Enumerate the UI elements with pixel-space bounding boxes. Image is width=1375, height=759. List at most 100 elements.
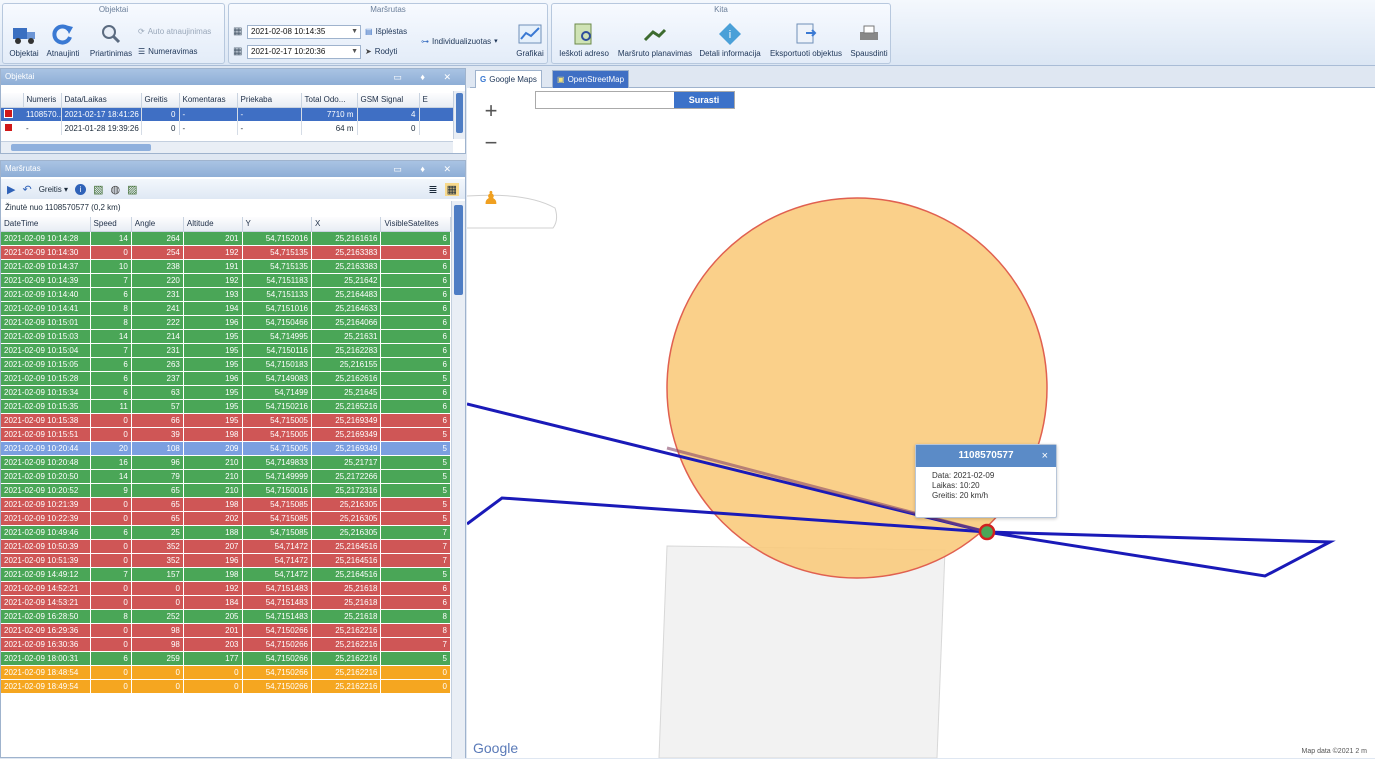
popup-close-icon[interactable]: × [1042,445,1048,467]
grafikai-button[interactable]: Grafikai [515,22,545,58]
panel-window-controls[interactable]: ▭ ♦ ✕ [393,69,459,85]
route-row[interactable]: 2021-02-09 18:49:54 0 0 0 54,7150266 25,21622… [1,679,451,694]
route-row[interactable]: 2021-02-09 10:15:01 8 222 196 54,7150466 25,2… [1,315,451,330]
route-row[interactable]: 2021-02-09 10:20:52 9 65 210 54,7150016 25,21… [1,483,451,498]
chevron-down-icon[interactable]: ▼ [351,46,358,58]
date-to-input[interactable]: 2021-02-17 10:20:36 ▼ [247,45,361,59]
route-row[interactable]: 2021-02-09 10:15:04 7 231 195 54,7150116 25,2… [1,343,451,358]
route-row[interactable]: 2021-02-09 16:30:36 0 98 203 54,7150266 25,21… [1,637,451,652]
route-row[interactable]: 2021-02-09 18:48:54 0 0 0 54,7150266 25,21622… [1,665,451,680]
speed-dropdown[interactable]: Greitis ▾ [39,185,68,194]
route-row[interactable]: 2021-02-09 10:21:39 0 65 198 54,715085 25,216… [1,497,451,512]
route-row[interactable]: 2021-02-09 10:51:39 0 352 196 54,71472 25,216… [1,553,451,568]
surasti-button[interactable]: Surasti [674,92,734,108]
column-header[interactable]: Numeris [23,93,62,108]
route-row[interactable]: 2021-02-09 10:50:39 0 352 207 54,71472 25,216… [1,539,451,554]
marsruto-planavimas-button[interactable]: Maršruto planavimas [614,22,696,58]
column-header[interactable]: GSM Signal [357,93,420,108]
list-view-icon[interactable]: ≣ [428,183,437,196]
cell-y: 54,715005 [242,413,313,428]
globe-icon[interactable]: ◍ [110,183,120,196]
atnaujinti-button[interactable]: Atnaujinti [45,22,81,58]
route-row[interactable]: 2021-02-09 10:14:30 0 254 192 54,715135 25,21… [1,245,451,260]
column-header[interactable]: Greitis [141,93,180,108]
route-row[interactable]: 2021-02-09 18:00:31 6 259 177 54,7150266 25,2… [1,651,451,666]
street-view-pegman-icon[interactable]: ♟ [481,188,501,214]
column-header[interactable]: Komentaras [179,93,238,108]
zoom-out-button[interactable]: − [477,130,505,158]
route-row[interactable]: 2021-02-09 16:28:50 8 252 205 54,7151483 25,2… [1,609,451,624]
map-tab-bar: G Google Maps ▣ OpenStreetMap [470,68,1375,88]
column-header[interactable]: Data/Laikas [61,93,142,108]
column-header[interactable]: Y [242,217,313,232]
chevron-down-icon[interactable]: ▼ [351,26,358,38]
route-row[interactable]: 2021-02-09 10:20:50 14 79 210 54,7149999 25,2… [1,469,451,484]
column-header[interactable]: DateTime [1,217,91,232]
play-icon[interactable]: ▶ [7,183,15,196]
route-row[interactable]: 2021-02-09 10:15:35 11 57 195 54,7150216 25,2… [1,399,451,414]
objects-horizontal-scrollbar[interactable] [1,141,453,153]
route-row[interactable]: 2021-02-09 16:29:36 0 98 201 54,7150266 25,21… [1,623,451,638]
route-row[interactable]: 2021-02-09 10:14:40 6 231 193 54,7151133 25,2… [1,287,451,302]
column-header[interactable]: X [311,217,382,232]
isplestas-button[interactable]: ▤ Išplėstas [365,24,407,38]
cell-s: 6 [90,651,132,666]
route-row[interactable]: 2021-02-09 10:20:44 20 108 209 54,715005 25,2… [1,441,451,456]
column-header[interactable]: Angle [131,217,184,232]
column-header[interactable]: VisibleSatelites [380,217,451,232]
route-row[interactable]: 2021-02-09 10:20:48 16 96 210 54,7149833 25,2… [1,455,451,470]
address-search-input[interactable] [536,92,676,108]
priartinimas-button[interactable]: Priartinimas [87,22,135,58]
eksportuoti-objektus-button[interactable]: Eksportuoti objektus [764,22,848,58]
map-layer-icon[interactable]: ▧ [93,183,103,196]
info-icon[interactable]: i [75,183,87,195]
route-row[interactable]: 2021-02-09 10:14:39 7 220 192 54,7151183 25,2… [1,273,451,288]
column-header[interactable]: Speed [90,217,132,232]
route-row[interactable]: 2021-02-09 10:15:28 6 237 196 54,7149083 25,2… [1,371,451,386]
cell-t: 2021-02-09 10:14:28 [1,231,91,246]
column-header[interactable]: Altitude [183,217,243,232]
play-arrow-icon: ➤ [365,46,372,56]
object-row[interactable]: 1108570... 2021-02-17 18:41:26 0- -7710 m4 [1,107,453,121]
route-row[interactable]: 2021-02-09 10:14:28 14 264 201 54,7152016 25,… [1,231,451,246]
column-header[interactable]: Priekaba [237,93,302,108]
objects-vertical-scrollbar[interactable] [453,91,465,139]
column-header[interactable]: Total Odo... [301,93,358,108]
route-row[interactable]: 2021-02-09 10:15:51 0 39 198 54,715005 25,216… [1,427,451,442]
cell-y: 54,7150016 [242,483,313,498]
zoom-in-button[interactable]: + [477,98,505,126]
numeravimas-button[interactable]: ☰ Numeravimas [138,44,198,58]
route-row[interactable]: 2021-02-09 10:14:41 8 241 194 54,7151016 25,2… [1,301,451,316]
undo-icon[interactable]: ↶ [22,183,31,196]
panel-window-controls[interactable]: ▭ ♦ ✕ [393,161,459,177]
detali-informacija-button[interactable]: i Detali informacija [696,22,764,58]
column-header[interactable]: E [419,93,454,108]
grid-view-icon[interactable]: ▦ [444,182,459,196]
route-row[interactable]: 2021-02-09 10:15:03 14 214 195 54,714995 25,2… [1,329,451,344]
route-row[interactable]: 2021-02-09 10:49:46 6 25 188 54,715085 25,216… [1,525,451,540]
auto-atnaujinimas-button[interactable]: ⟳ Auto atnaujinimas [138,24,211,38]
auto-refresh-icon: ⟳ [138,26,145,36]
map-view[interactable]: Surasti + − ♟ 1108570577 × Data: 2021-02… [467,88,1375,758]
individualizuotas-dropdown[interactable]: ⊶ Individualizuotas ▾ [421,34,498,48]
spausdinti-button[interactable]: Spausdinti [848,22,890,58]
cell-v: 6 [380,329,451,344]
tab-google-maps[interactable]: G Google Maps [475,70,542,88]
route-row[interactable]: 2021-02-09 14:49:12 7 157 198 54,71472 25,216… [1,567,451,582]
route-row[interactable]: 2021-02-09 10:15:05 6 263 195 54,7150183 25,2… [1,357,451,372]
vehicle-marker-icon[interactable] [978,523,996,541]
route-row[interactable]: 2021-02-09 10:15:38 0 66 195 54,715005 25,216… [1,413,451,428]
rodyti-button[interactable]: ➤ Rodyti [365,44,397,58]
export-route-icon[interactable]: ▨ [127,183,137,196]
route-row[interactable]: 2021-02-09 14:53:21 0 0 184 54,7151483 25,216… [1,595,451,610]
object-row[interactable]: -2021-01-28 19:39:26 0- -64 m0 [1,121,453,135]
date-from-input[interactable]: 2021-02-08 10:14:35 ▼ [247,25,361,39]
ieskoti-adreso-button[interactable]: Ieškoti adreso [554,22,614,58]
route-row[interactable]: 2021-02-09 14:52:21 0 0 192 54,7151483 25,216… [1,581,451,596]
route-row[interactable]: 2021-02-09 10:14:37 10 238 191 54,715135 25,2… [1,259,451,274]
tab-openstreetmap[interactable]: ▣ OpenStreetMap [552,70,630,88]
route-row[interactable]: 2021-02-09 10:22:39 0 65 202 54,715085 25,216… [1,511,451,526]
route-row[interactable]: 2021-02-09 10:15:34 6 63 195 54,71499 25,2164… [1,385,451,400]
objektai-button[interactable]: Objektai [7,22,41,58]
route-vertical-scrollbar[interactable] [451,201,465,759]
